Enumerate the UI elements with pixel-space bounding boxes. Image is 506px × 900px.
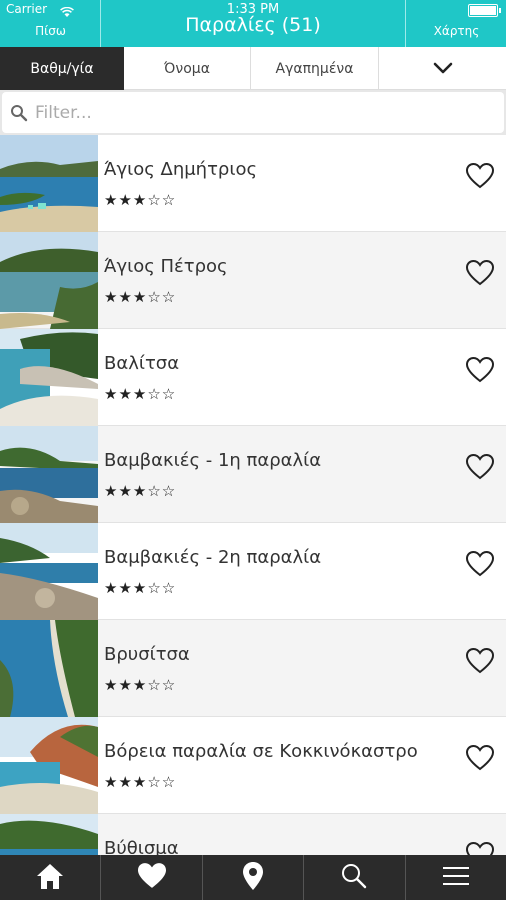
star-rating: ★★★☆☆ xyxy=(104,773,177,791)
beach-name: Βαλίτσα xyxy=(104,353,180,374)
beach-name: Άγιος Δημήτριος xyxy=(104,159,258,180)
home-icon xyxy=(35,862,65,894)
beach-photo xyxy=(0,426,98,523)
list-item[interactable]: Άγιος Δημήτριος ★★★☆☆ xyxy=(0,135,506,232)
star-rating: ★★★☆☆ xyxy=(104,579,177,597)
star-rating: ★★★☆☆ xyxy=(104,191,177,209)
tab-favorites-bar[interactable] xyxy=(101,855,203,900)
favorite-heart-icon[interactable] xyxy=(465,453,495,480)
list-item[interactable]: Βαμβακιές - 2η παραλία ★★★☆☆ xyxy=(0,523,506,620)
star-rating: ★★★☆☆ xyxy=(104,288,177,306)
beach-photo xyxy=(0,329,98,426)
map-button[interactable]: Χάρτης xyxy=(405,0,506,47)
favorite-heart-icon[interactable] xyxy=(465,259,495,286)
tab-search[interactable] xyxy=(304,855,406,900)
favorite-heart-icon[interactable] xyxy=(465,550,495,577)
beach-name: Βρυσίτσα xyxy=(104,644,190,665)
page-title: Παραλίες (51) xyxy=(101,0,405,47)
map-button-label: Χάρτης xyxy=(433,24,480,38)
beach-name: Βαμβακιές - 2η παραλία xyxy=(104,547,322,568)
search-icon xyxy=(10,104,28,126)
page-title-text: Παραλίες (51) xyxy=(185,14,321,36)
list-item[interactable]: Βρυσίτσα ★★★☆☆ xyxy=(0,620,506,717)
favorite-heart-icon[interactable] xyxy=(465,162,495,189)
beach-photo xyxy=(0,814,98,855)
navigation-bar: Carrier 1:33 PM Πίσω Παραλίες (51) Χάρτη… xyxy=(0,0,506,47)
tab-name[interactable]: Όνομα xyxy=(124,47,251,90)
favorite-heart-icon[interactable] xyxy=(465,356,495,383)
beach-photo xyxy=(0,620,98,717)
back-button[interactable]: Πίσω xyxy=(0,0,101,47)
favorite-heart-icon[interactable] xyxy=(465,647,495,674)
beach-photo xyxy=(0,717,98,814)
star-rating: ★★★☆☆ xyxy=(104,385,177,403)
tab-menu[interactable] xyxy=(406,855,506,900)
beach-photo xyxy=(0,135,98,232)
heart-icon xyxy=(136,862,168,894)
favorite-heart-icon[interactable] xyxy=(465,744,495,771)
tab-favorites[interactable]: Αγαπημένα xyxy=(251,47,379,90)
bottom-tab-bar xyxy=(0,855,506,900)
back-button-label: Πίσω xyxy=(35,24,66,38)
list-item[interactable]: Βύθισμα ★★★☆☆ xyxy=(0,814,506,855)
beach-name: Βαμβακιές - 1η παραλία xyxy=(104,450,322,471)
menu-icon xyxy=(442,865,469,891)
chevron-down-icon xyxy=(433,59,453,78)
list-item[interactable]: Βαλίτσα ★★★☆☆ xyxy=(0,329,506,426)
filter-bar xyxy=(0,90,506,135)
favorite-heart-icon[interactable] xyxy=(465,841,495,855)
beach-name: Βόρεια παραλία σε Κοκκινόκαστρο xyxy=(104,741,418,762)
dropdown-button[interactable] xyxy=(379,47,506,89)
list-item[interactable]: Βόρεια παραλία σε Κοκκινόκαστρο ★★★☆☆ xyxy=(0,717,506,814)
location-pin-icon xyxy=(242,861,264,895)
sort-tabs: Βαθμ/γία Όνομα Αγαπημένα xyxy=(0,47,506,90)
tab-home[interactable] xyxy=(0,855,102,900)
beach-name: Βύθισμα xyxy=(104,838,179,855)
star-rating: ★★★☆☆ xyxy=(104,676,177,694)
beach-list: Άγιος Δημήτριος ★★★☆☆ Άγιος Πέτρος ★★★☆☆… xyxy=(0,135,506,855)
tab-map[interactable] xyxy=(203,855,305,900)
beach-name: Άγιος Πέτρος xyxy=(104,256,228,277)
tab-rating[interactable]: Βαθμ/γία xyxy=(0,47,124,90)
star-rating: ★★★☆☆ xyxy=(104,482,177,500)
search-icon xyxy=(341,863,367,893)
list-item[interactable]: Βαμβακιές - 1η παραλία ★★★☆☆ xyxy=(0,426,506,523)
filter-input[interactable] xyxy=(35,92,495,133)
beach-photo xyxy=(0,232,98,329)
beach-photo xyxy=(0,523,98,620)
filter-field xyxy=(2,92,504,133)
list-item[interactable]: Άγιος Πέτρος ★★★☆☆ xyxy=(0,232,506,329)
